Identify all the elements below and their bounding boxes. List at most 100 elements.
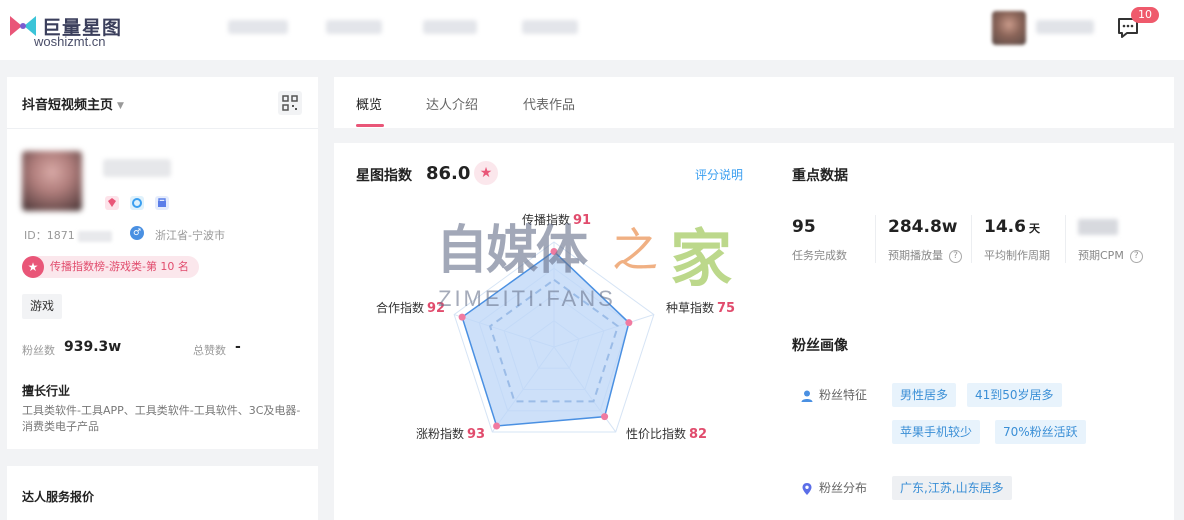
radar-label-cooperation-name: 合作指数 [376,301,425,315]
xingtu-index-title: 星图指数 [356,168,412,184]
expected-cpm-value-blurred [1078,219,1118,235]
verified-badge-icon [130,195,145,210]
expected-cpm-label: 预期CPM [1078,249,1124,262]
radar-label-fans-growth-name: 涨粉指数 [416,427,465,441]
tab-works[interactable]: 代表作品 [523,94,575,113]
key-data-title: 重点数据 [792,168,848,184]
tab-kol-intro[interactable]: 达人介绍 [426,94,478,113]
fans-profile-title: 粉丝画像 [792,338,848,354]
avg-production-cycle-value: 14.6 [984,217,1026,237]
kol-badges [104,192,174,210]
star-icon: ★ [474,161,498,185]
kol-avatar[interactable] [22,151,82,211]
caret-down-icon: ▼ [117,100,124,111]
radar-data-point[interactable] [625,319,633,327]
radar-label-seeding: 种草指数 75 [666,299,735,316]
fans-feature-tag: 41到50岁居多 [967,383,1062,407]
expected-plays-value: 284.8w [888,217,958,237]
radar-label-cooperation-value: 92 [427,301,446,316]
divider [875,215,876,263]
likes-count-value: - [235,339,241,355]
radar-label-spread-name: 传播指数 [522,213,571,227]
industry-text: 工具类软件-工具APP、工具类软件-工具软件、3C及电器-消费类电子产品 [22,404,301,433]
radar-label-spread-value: 91 [573,213,592,228]
radar-label-fans-growth: 涨粉指数 93 [416,425,485,442]
radar-data-point[interactable] [550,247,558,255]
rank-badge[interactable]: ★ 传播指数榜-游戏类-第 10 名 [22,256,199,278]
fans-feature-row: 粉丝特征 [800,386,867,403]
radar-label-seeding-name: 种草指数 [666,301,715,315]
fans-region-tag: 广东,江苏,山东居多 [892,476,1012,500]
fans-feature-tag: 男性居多 [892,383,957,407]
overview-card: 星图指数 86.0 ★ 评分说明 传播指数 91 种草指数 75 性价比指数 82 涨… [334,143,1174,520]
avg-production-cycle: 14.6 天 [984,217,1040,237]
radar-label-seeding-value: 75 [717,301,736,316]
radar-label-value-for-money-name: 性价比指数 [626,427,687,441]
radar-chart-svg [453,241,655,433]
service-price-card: 达人服务报价 [7,466,318,520]
brand-logo[interactable]: 巨量星图 woshizmt.cn [8,10,158,50]
nav-item-4-blurred[interactable] [522,20,578,34]
task-count-label: 任务完成数 [792,249,847,262]
nav-item-2-blurred[interactable] [326,20,382,34]
industry-title: 擅长行业 [22,384,71,398]
divider [7,128,318,129]
service-price-title: 达人服务报价 [22,490,95,504]
platform-select-label: 抖音短视频主页 [22,98,114,113]
active-tab-indicator [356,124,384,127]
star-icon: ★ [22,256,44,278]
avg-production-cycle-unit: 天 [1028,222,1040,235]
task-count-value: 95 [792,217,816,237]
radar-label-value-for-money-value: 82 [689,427,708,442]
radar-label-fans-growth-value: 93 [467,427,486,442]
fans-feature-label: 粉丝特征 [819,388,868,402]
platform-select[interactable]: 抖音短视频主页 ▼ [22,94,124,113]
user-icon [801,390,813,402]
fans-feature-tag: 70%粉丝活跃 [995,420,1086,444]
radar-data-point[interactable] [493,422,501,430]
fans-count-label: 粉丝数 [22,344,55,357]
xingtu-index-score: 86.0 [426,163,471,184]
nav-item-1-blurred[interactable] [228,20,288,34]
nav-item-3-blurred[interactable] [423,20,477,34]
fans-count-value: 939.3w [64,339,122,355]
fans-region-row: 粉丝分布 [800,479,867,496]
kol-profile-card: 抖音短视频主页 ▼ ID：1871 ♂ 浙江省-宁波市 ★ 传播指数榜-游戏类-第 … [7,77,318,449]
tab-overview[interactable]: 概览 [356,94,382,113]
category-tag: 游戏 [22,294,63,319]
radar-data-point[interactable] [458,313,466,321]
likes-count-label: 总赞数 [193,344,226,357]
avg-production-cycle-label: 平均制作周期 [984,249,1050,262]
male-gender-icon: ♂ [130,226,144,240]
expected-plays-label: 预期播放量 [888,249,943,262]
radar-chart: 传播指数 91 种草指数 75 性价比指数 82 涨粉指数 93 合作指数 92 [356,207,756,517]
rank-text: 传播指数榜-游戏类-第 10 名 [50,260,189,273]
qr-code-icon [282,95,298,111]
shop-badge-icon [155,195,170,210]
expected-plays-label-row: 预期播放量? [888,247,962,263]
help-icon[interactable]: ? [1129,249,1143,263]
user-name-blurred[interactable] [1036,20,1094,34]
kol-id: ID：1871 [24,227,113,243]
radar-label-cooperation: 合作指数 92 [376,299,445,316]
help-icon[interactable]: ? [949,249,962,263]
kol-region: 浙江省-宁波市 [155,229,225,242]
top-navigation-bar: 巨量星图 woshizmt.cn 10 [0,0,1184,60]
kol-id-blurred [78,230,113,242]
radar-data-point[interactable] [601,413,609,421]
fans-region-label: 粉丝分布 [819,481,868,495]
user-avatar[interactable] [992,11,1026,45]
tab-bar: 概览 达人介绍 代表作品 [334,77,1174,128]
divider [971,215,972,263]
qr-code-button[interactable] [278,91,302,115]
kol-name-blurred [103,159,171,177]
expected-cpm-label-row: 预期CPM? [1078,247,1143,263]
radar-label-value-for-money: 性价比指数 82 [626,425,707,442]
radar-label-spread: 传播指数 91 [522,211,591,228]
diamond-badge-icon [105,195,119,210]
score-rule-link[interactable]: 评分说明 [695,166,743,183]
divider [1065,215,1066,263]
location-pin-icon [802,482,812,495]
kol-id-prefix: ID：1871 [24,229,75,242]
message-count-badge: 10 [1131,7,1159,23]
